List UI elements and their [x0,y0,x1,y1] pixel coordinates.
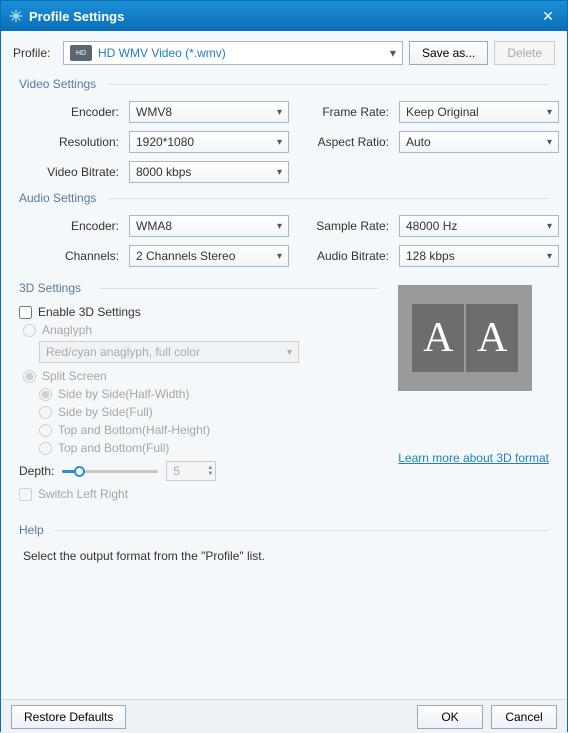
tab-half-radio[interactable] [39,424,52,437]
chevron-down-icon: ▾ [277,107,282,118]
enable-3d-checkbox[interactable]: Enable 3D Settings [19,305,378,319]
audio-bitrate-select[interactable]: 128 kbps▾ [399,245,559,267]
save-as-button[interactable]: Save as... [409,41,488,65]
aspect-ratio-label: Aspect Ratio: [299,135,389,149]
sample-rate-select[interactable]: 48000 Hz▾ [399,215,559,237]
chevron-down-icon: ▾ [547,107,552,118]
hd-badge-icon: HD [70,45,92,61]
frame-rate-label: Frame Rate: [299,105,389,119]
channels-label: Channels: [19,249,119,263]
depth-slider[interactable] [62,464,158,478]
app-icon [9,9,23,23]
chevron-down-icon: ▾ [287,347,292,358]
profile-select[interactable]: HD HD WMV Video (*.wmv) ▾ [63,41,403,65]
profile-label: Profile: [13,46,57,60]
title-bar: Profile Settings ✕ [1,1,567,31]
video-encoder-label: Encoder: [19,105,119,119]
depth-spinner[interactable]: 5 ▲▼ [166,461,216,481]
chevron-down-icon: ▾ [390,46,396,60]
chevron-down-icon: ▾ [277,167,282,178]
switch-lr-checkbox[interactable]: Switch Left Right [19,487,378,501]
video-section-title: Video Settings [19,77,549,91]
preview-right-icon: A [466,304,518,372]
frame-rate-select[interactable]: Keep Original▾ [399,101,559,123]
channels-select[interactable]: 2 Channels Stereo▾ [129,245,289,267]
audio-section-title: Audio Settings [19,191,549,205]
help-text: Select the output format from the "Profi… [19,547,549,565]
chevron-down-icon: ▾ [277,137,282,148]
ok-button[interactable]: OK [417,705,483,729]
3d-preview: A A [398,285,532,391]
anaglyph-select[interactable]: Red/cyan anaglyph, full color ▾ [39,341,299,363]
resolution-label: Resolution: [19,135,119,149]
learn-more-3d-link[interactable]: Learn more about 3D format [398,451,549,465]
chevron-down-icon: ▾ [547,251,552,262]
audio-encoder-select[interactable]: WMA8▾ [129,215,289,237]
anaglyph-radio[interactable] [23,324,36,337]
sbs-full-radio[interactable] [39,406,52,419]
help-section-title: Help [19,523,549,537]
video-encoder-select[interactable]: WMV8▾ [129,101,289,123]
cancel-button[interactable]: Cancel [491,705,557,729]
profile-value: HD WMV Video (*.wmv) [98,46,226,60]
anaglyph-label: Anaglyph [42,323,92,337]
3d-section-title: 3D Settings [19,281,378,295]
window-title: Profile Settings [29,9,537,24]
sbs-half-radio[interactable] [39,388,52,401]
preview-left-icon: A [412,304,464,372]
switch-lr-input[interactable] [19,488,32,501]
depth-label: Depth: [19,464,54,478]
split-screen-label: Split Screen [42,369,107,383]
restore-defaults-button[interactable]: Restore Defaults [11,705,126,729]
aspect-ratio-select[interactable]: Auto▾ [399,131,559,153]
sample-rate-label: Sample Rate: [299,219,389,233]
video-bitrate-select[interactable]: 8000 kbps▾ [129,161,289,183]
chevron-down-icon: ▾ [277,251,282,262]
audio-encoder-label: Encoder: [19,219,119,233]
spinner-buttons-icon: ▲▼ [207,465,213,477]
chevron-down-icon: ▾ [547,221,552,232]
video-bitrate-label: Video Bitrate: [19,165,119,179]
split-screen-radio[interactable] [23,370,36,383]
audio-bitrate-label: Audio Bitrate: [299,249,389,263]
chevron-down-icon: ▾ [547,137,552,148]
resolution-select[interactable]: 1920*1080▾ [129,131,289,153]
enable-3d-input[interactable] [19,306,32,319]
close-icon[interactable]: ✕ [537,5,559,27]
chevron-down-icon: ▾ [277,221,282,232]
tab-full-radio[interactable] [39,442,52,455]
delete-button[interactable]: Delete [494,41,555,65]
